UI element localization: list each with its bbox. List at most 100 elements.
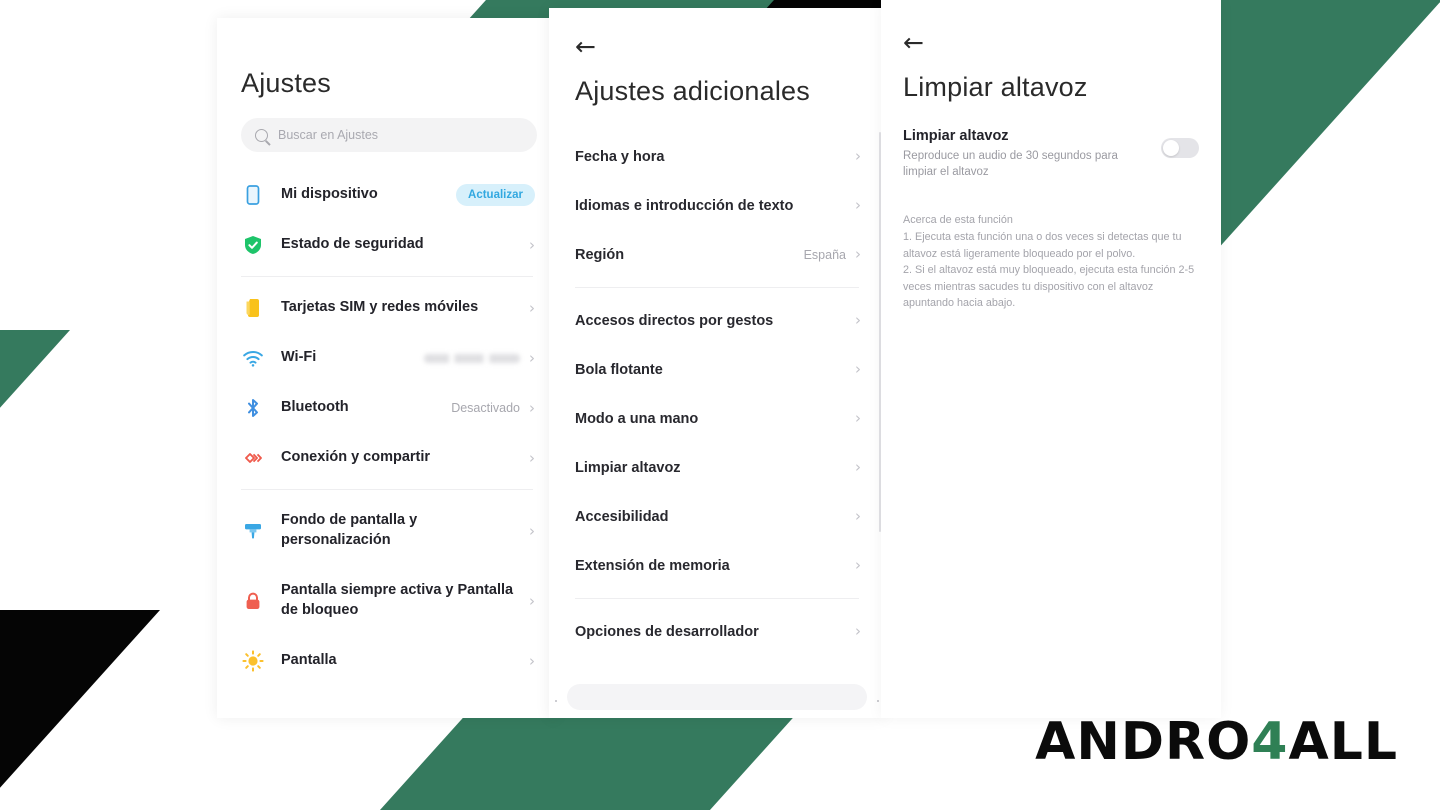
chevron-right-icon: › (855, 245, 861, 263)
sidebar-item-estado-de-seguridad[interactable]: Estado de seguridad › (217, 220, 557, 270)
back-arrow-icon[interactable]: ← (575, 34, 596, 59)
list-item-opciones-de-desarrollador[interactable]: Opciones de desarrollador › (549, 607, 885, 656)
corner-dot-left (555, 700, 557, 702)
bluetooth-status-value: Desactivado (451, 401, 520, 415)
bluetooth-icon (241, 396, 265, 420)
decor-stripe-bottom-green (343, 710, 800, 810)
about-line-1: 1. Ejecuta esta función una o dos veces … (903, 231, 1182, 260)
additional-settings-panel: ← Ajustes adicionales Fecha y hora › Idi… (549, 8, 885, 718)
chevron-right-icon: › (529, 235, 535, 254)
list-divider (241, 276, 533, 277)
toggle-texts: Limpiar altavoz Reproduce un audio de 30… (903, 128, 1161, 181)
corner-dot-right (877, 700, 879, 702)
sidebar-item-tarjetas-sim[interactable]: Tarjetas SIM y redes móviles › (217, 283, 557, 333)
logo-text-accent: 4 (1251, 712, 1289, 772)
phone-device-icon (241, 183, 265, 207)
chevron-right-icon: › (855, 409, 861, 427)
chevron-right-icon: › (855, 147, 861, 165)
search-placeholder: Buscar en Ajustes (278, 128, 379, 142)
about-feature-text: Acerca de esta función 1. Ejecuta esta f… (903, 212, 1207, 311)
list-item-idiomas-e-introduccion-de-texto[interactable]: Idiomas e introducción de texto › (549, 181, 885, 230)
list-item-label: Bola flotante (575, 361, 663, 378)
toggle-label: Limpiar altavoz (903, 128, 1009, 144)
list-item-accesos-directos-por-gestos[interactable]: Accesos directos por gestos › (549, 296, 885, 345)
connection-share-icon (241, 446, 265, 470)
list-item-accesibilidad[interactable]: Accesibilidad › (549, 492, 885, 541)
sidebar-item-bluetooth[interactable]: Bluetooth Desactivado › (217, 383, 557, 433)
list-item-label: Modo a una mano (575, 410, 699, 427)
region-value: España (803, 247, 846, 262)
sim-cards-icon (241, 296, 265, 320)
list-item-extension-de-memoria[interactable]: Extensión de memoria › (549, 541, 885, 590)
andro4all-logo: ANDRO 4 ALL (1035, 716, 1398, 768)
chevron-right-icon: › (529, 348, 535, 367)
page-title-additional-settings: Ajustes adicionales (575, 76, 810, 106)
back-arrow-icon[interactable]: ← (903, 30, 924, 55)
list-divider (575, 598, 859, 599)
list-item-fecha-y-hora[interactable]: Fecha y hora › (549, 132, 885, 181)
sidebar-item-pantalla-bloqueo[interactable]: Pantalla siempre activa y Pantalla de bl… (217, 566, 557, 636)
wifi-icon (241, 346, 265, 370)
chevron-right-icon: › (529, 398, 535, 417)
chevron-right-icon: › (855, 556, 861, 574)
sidebar-item-label: Tarjetas SIM y redes móviles (281, 299, 479, 316)
logo-text-part2: ALL (1288, 712, 1398, 772)
status-badge-update[interactable]: Actualizar (456, 184, 535, 206)
list-item-limpiar-altavoz[interactable]: Limpiar altavoz › (549, 443, 885, 492)
settings-list: Mi dispositivo Actualizar Estado de segu… (217, 170, 557, 686)
list-item-region[interactable]: Región España › (549, 230, 885, 279)
chevron-right-icon: › (529, 521, 535, 540)
chevron-right-icon: › (529, 448, 535, 467)
sidebar-item-label: Fondo de pantalla y personalización (281, 512, 418, 548)
shield-check-icon (241, 233, 265, 257)
chevron-right-icon: › (529, 591, 535, 610)
list-item-modo-a-una-mano[interactable]: Modo a una mano › (549, 394, 885, 443)
list-divider (575, 287, 859, 288)
wifi-network-value-redacted (424, 353, 520, 363)
sidebar-item-pantalla[interactable]: Pantalla › (217, 636, 557, 686)
lock-screen-icon (241, 589, 265, 613)
list-item-label: Fecha y hora (575, 148, 665, 165)
chevron-right-icon: › (855, 458, 861, 476)
logo-text-part1: ANDRO (1035, 712, 1252, 772)
list-item-label: Región (575, 246, 625, 263)
sidebar-item-label: Pantalla siempre activa y Pantalla de bl… (281, 582, 514, 618)
sidebar-item-mi-dispositivo[interactable]: Mi dispositivo Actualizar (217, 170, 557, 220)
sidebar-item-conexion-y-compartir[interactable]: Conexión y compartir › (217, 433, 557, 483)
chevron-right-icon: › (855, 622, 861, 640)
page-title-settings: Ajustes (241, 68, 331, 98)
list-item-label: Extensión de memoria (575, 557, 730, 574)
sidebar-item-label: Pantalla (281, 652, 337, 669)
sidebar-item-label: Estado de seguridad (281, 236, 424, 253)
clean-speaker-switch[interactable] (1161, 138, 1199, 158)
sidebar-item-label: Mi dispositivo (281, 186, 378, 203)
screenshot-canvas: Ajustes Buscar en Ajustes Mi dispositivo… (0, 0, 1440, 810)
page-title-clean-speaker: Limpiar altavoz (903, 72, 1088, 102)
search-icon (255, 128, 268, 142)
switch-knob (1163, 140, 1179, 156)
clean-speaker-toggle-row[interactable]: Limpiar altavoz Reproduce un audio de 30… (903, 128, 1199, 181)
list-item-label: Accesos directos por gestos (575, 312, 774, 329)
sidebar-item-fondo-de-pantalla[interactable]: Fondo de pantalla y personalización › (217, 496, 557, 566)
list-item-label: Accesibilidad (575, 508, 669, 525)
sidebar-item-wifi[interactable]: Wi-Fi › (217, 333, 557, 383)
list-item-label: Idiomas e introducción de texto (575, 197, 794, 214)
decor-stripe-left-black (0, 610, 161, 810)
toggle-description: Reproduce un audio de 30 segundos para l… (903, 150, 1118, 179)
about-line-2: 2. Si el altavoz está muy bloqueado, eje… (903, 264, 1195, 310)
chevron-right-icon: › (855, 311, 861, 329)
bottom-nav-pill (567, 684, 867, 710)
sidebar-item-label: Bluetooth (281, 399, 349, 416)
settings-panel: Ajustes Buscar en Ajustes Mi dispositivo… (217, 18, 557, 718)
search-input[interactable]: Buscar en Ajustes (241, 118, 537, 152)
list-item-bola-flotante[interactable]: Bola flotante › (549, 345, 885, 394)
chevron-right-icon: › (529, 298, 535, 317)
chevron-right-icon: › (529, 651, 535, 670)
wallpaper-icon (241, 519, 265, 543)
about-heading: Acerca de esta función (903, 214, 1013, 226)
chevron-right-icon: › (855, 360, 861, 378)
list-item-label: Opciones de desarrollador (575, 623, 759, 640)
sidebar-item-label: Wi-Fi (281, 349, 317, 366)
list-divider (241, 489, 533, 490)
chevron-right-icon: › (855, 196, 861, 214)
